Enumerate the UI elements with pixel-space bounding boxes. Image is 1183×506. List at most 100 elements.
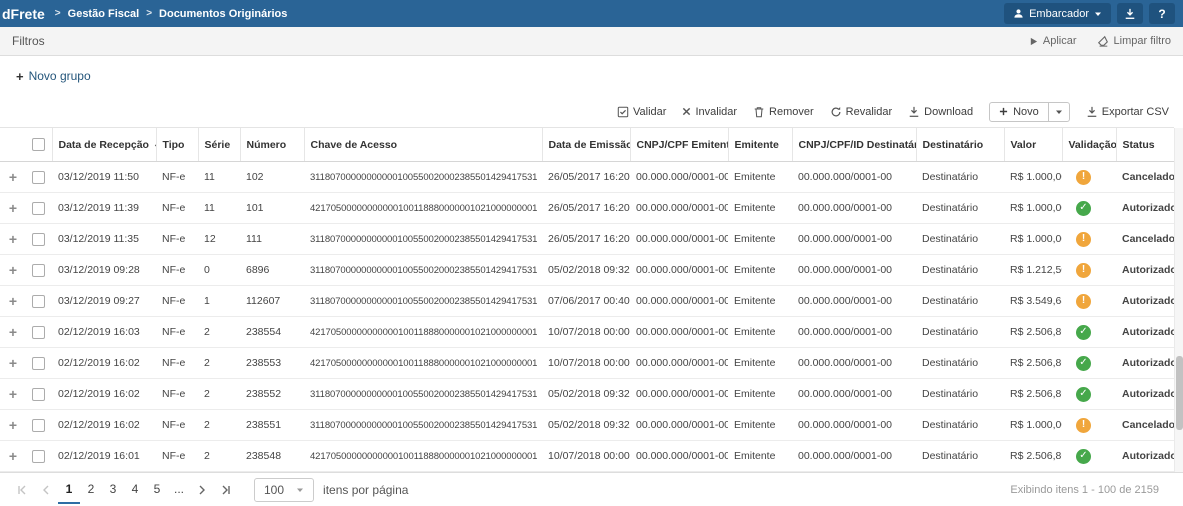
download-rows-button[interactable]: Download [908, 106, 973, 118]
row-checkbox[interactable] [32, 419, 45, 432]
expand-row-button[interactable]: + [9, 293, 17, 309]
page-button-4[interactable]: 4 [124, 476, 146, 504]
help-button[interactable]: ? [1149, 3, 1175, 24]
column-header-cnpj-emitente[interactable]: CNPJ/CPF Emitente [630, 128, 728, 162]
cell-cnpj-emitente: 00.000.000/0001-00 [630, 224, 728, 255]
cell-emitente: Emitente [728, 193, 792, 224]
remove-button[interactable]: Remover [753, 106, 814, 118]
vertical-scrollbar[interactable] [1174, 128, 1183, 472]
new-document-button[interactable]: Novo [990, 103, 1048, 121]
row-checkbox[interactable] [32, 202, 45, 215]
revalidate-label: Revalidar [846, 106, 892, 118]
next-page-button[interactable] [190, 478, 214, 502]
cell-tipo: NF-e [156, 441, 198, 472]
prev-page-button[interactable] [34, 478, 58, 502]
export-csv-button[interactable]: Exportar CSV [1086, 106, 1169, 118]
cell-tipo: NF-e [156, 348, 198, 379]
column-header-serie[interactable]: Série [198, 128, 240, 162]
validation-icon: ✓ [1076, 356, 1091, 371]
column-header-valor[interactable]: Valor [1004, 128, 1062, 162]
cell-serie: 0 [198, 255, 240, 286]
validation-icon: ! [1076, 232, 1091, 247]
new-document-dropdown-button[interactable] [1048, 103, 1069, 121]
page-size-select[interactable]: 100 [254, 478, 314, 502]
page-button-5[interactable]: 5 [146, 476, 168, 504]
cell-cnpj-destinatario: 00.000.000/0001-00 [792, 441, 916, 472]
column-header-emitente[interactable]: Emitente [728, 128, 792, 162]
column-header-data-recepcao[interactable]: Data de Recepção [52, 128, 156, 162]
last-page-button[interactable] [214, 478, 238, 502]
row-checkbox[interactable] [32, 264, 45, 277]
table-row: + 03/12/2019 11:50 NF-e 11 102 311807000… [0, 162, 1174, 193]
column-header-status[interactable]: Status [1116, 128, 1174, 162]
validation-icon: ! [1076, 418, 1091, 433]
cell-numero: 111 [240, 224, 304, 255]
revalidate-button[interactable]: Revalidar [830, 106, 892, 118]
validate-button[interactable]: Validar [617, 106, 666, 118]
row-checkbox[interactable] [32, 233, 45, 246]
apply-filter-button[interactable]: Aplicar [1029, 35, 1077, 47]
download-header-button[interactable] [1117, 3, 1143, 24]
table-row: + 02/12/2019 16:02 NF-e 2 238551 3118070… [0, 410, 1174, 441]
validation-icon: ! [1076, 294, 1091, 309]
page-button-3[interactable]: 3 [102, 476, 124, 504]
expand-row-button[interactable]: + [9, 200, 17, 216]
expand-row-button[interactable]: + [9, 417, 17, 433]
new-group-button[interactable]: + Novo grupo [16, 69, 91, 84]
cell-valor: R$ 1.000,00 [1004, 410, 1062, 441]
column-header-chave-acesso[interactable]: Chave de Acesso [304, 128, 542, 162]
scrollbar-thumb[interactable] [1176, 356, 1183, 430]
column-header-destinatario[interactable]: Destinatário [916, 128, 1004, 162]
row-checkbox[interactable] [32, 357, 45, 370]
cell-numero: 238554 [240, 317, 304, 348]
cell-cnpj-emitente: 00.000.000/0001-00 [630, 162, 728, 193]
page-button-2[interactable]: 2 [80, 476, 102, 504]
row-checkbox[interactable] [32, 388, 45, 401]
expand-row-button[interactable]: + [9, 355, 17, 371]
select-all-checkbox[interactable] [32, 138, 45, 151]
cell-numero: 6896 [240, 255, 304, 286]
clear-filter-button[interactable]: Limpar filtro [1097, 35, 1171, 47]
expand-row-button[interactable]: + [9, 262, 17, 278]
column-header-validacao[interactable]: Validação [1062, 128, 1116, 162]
column-header-numero[interactable]: Número [240, 128, 304, 162]
page-button-more[interactable]: ... [168, 476, 190, 504]
cell-tipo: NF-e [156, 317, 198, 348]
cell-data-recepcao: 03/12/2019 11:39 [52, 193, 156, 224]
export-csv-label: Exportar CSV [1102, 106, 1169, 118]
column-header-data-emissao[interactable]: Data de Emissão [542, 128, 630, 162]
validation-icon: ! [1076, 263, 1091, 278]
column-header-tipo[interactable]: Tipo [156, 128, 198, 162]
cell-data-recepcao: 02/12/2019 16:03 [52, 317, 156, 348]
cell-data-recepcao: 02/12/2019 16:02 [52, 348, 156, 379]
cell-cnpj-destinatario: 00.000.000/0001-00 [792, 224, 916, 255]
page-button-1[interactable]: 1 [58, 476, 80, 504]
invalidate-button[interactable]: Invalidar [682, 106, 737, 118]
cell-data-emissao: 26/05/2017 16:20 [542, 224, 630, 255]
cell-chave-acesso: 4217050000000000010011888000000102100000… [304, 441, 542, 472]
cell-valor: R$ 2.506,86 [1004, 441, 1062, 472]
expand-row-button[interactable]: + [9, 324, 17, 340]
column-header-cnpj-destinatario[interactable]: CNPJ/CPF/ID Destinatário [792, 128, 916, 162]
expand-row-button[interactable]: + [9, 448, 17, 464]
app-logo[interactable]: dFrete [0, 6, 55, 22]
breadcrumb-gestao-fiscal[interactable]: Gestão Fiscal [68, 8, 140, 20]
expand-row-button[interactable]: + [9, 231, 17, 247]
expand-row-button[interactable]: + [9, 169, 17, 185]
expand-row-button[interactable]: + [9, 386, 17, 402]
row-checkbox[interactable] [32, 450, 45, 463]
cell-serie: 2 [198, 441, 240, 472]
cell-status: Autorizado [1116, 317, 1174, 348]
cell-data-recepcao: 02/12/2019 16:01 [52, 441, 156, 472]
user-menu-button[interactable]: Embarcador [1004, 3, 1111, 24]
cell-cnpj-destinatario: 00.000.000/0001-00 [792, 317, 916, 348]
cell-cnpj-destinatario: 00.000.000/0001-00 [792, 410, 916, 441]
breadcrumb-documentos-originarios[interactable]: Documentos Originários [159, 8, 287, 20]
cell-valor: R$ 3.549,68 [1004, 286, 1062, 317]
row-checkbox[interactable] [32, 295, 45, 308]
row-checkbox[interactable] [32, 171, 45, 184]
row-checkbox[interactable] [32, 326, 45, 339]
first-page-button[interactable] [10, 478, 34, 502]
cell-numero: 238548 [240, 441, 304, 472]
cell-emitente: Emitente [728, 317, 792, 348]
